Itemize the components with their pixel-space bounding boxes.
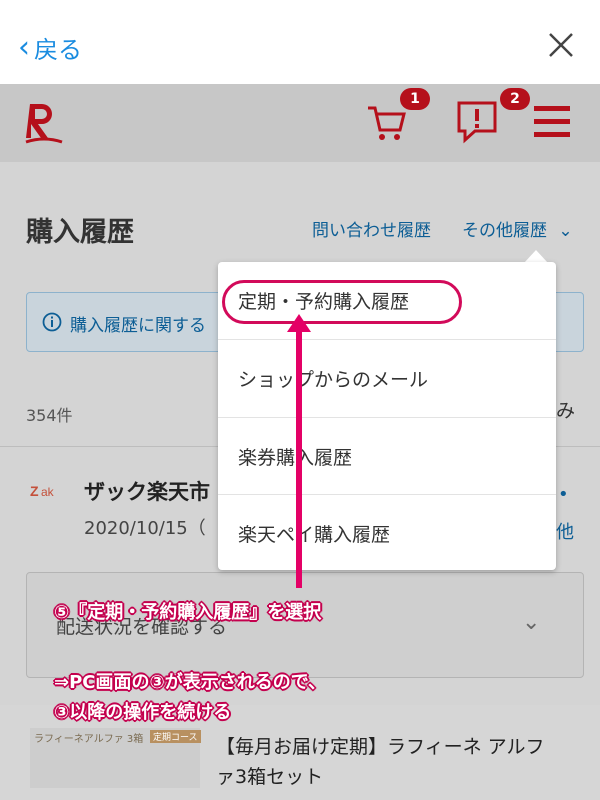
chevron-down-icon: ⌄ bbox=[522, 610, 541, 635]
cart-icon[interactable] bbox=[366, 102, 408, 144]
page-title: 購入履歴 bbox=[26, 217, 134, 248]
product-image-tag: 定期コース bbox=[150, 730, 201, 743]
annotation-note-line2: ③以降の操作を続ける bbox=[54, 702, 232, 723]
annotation-note-line1: ⇒PC画面の③が表示されるので、 bbox=[54, 672, 327, 693]
back-label: 戻る bbox=[34, 36, 82, 64]
chevron-left-icon: ‹ bbox=[18, 29, 30, 65]
shop-name[interactable]: ザック楽天市 bbox=[84, 476, 210, 506]
menu-icon[interactable] bbox=[532, 104, 572, 140]
product-title[interactable]: 【毎月お届け定期】ラフィーネ アルファ3箱セット bbox=[216, 732, 556, 792]
notice-icon[interactable] bbox=[456, 100, 498, 144]
info-text: 購入履歴に関する bbox=[70, 316, 206, 336]
cart-badge: 1 bbox=[400, 88, 430, 110]
annotation-arrow-head bbox=[287, 314, 311, 332]
menu-item-pay-history[interactable]: 楽天ペイ購入履歴 bbox=[218, 495, 556, 572]
svg-text:ak: ak bbox=[41, 485, 55, 499]
chevron-down-icon: ⌄ bbox=[558, 221, 573, 241]
other-link-partial[interactable]: 他 bbox=[556, 518, 574, 544]
shop-logo: Z ak bbox=[30, 483, 55, 499]
other-history-dropdown[interactable]: その他履歴 ⌄ bbox=[462, 216, 573, 241]
highlight-circle bbox=[222, 280, 462, 324]
menu-item-ticket-history[interactable]: 楽券購入履歴 bbox=[218, 418, 556, 495]
close-icon[interactable] bbox=[546, 30, 576, 60]
order-count: 354件 bbox=[26, 406, 73, 425]
notice-badge: 2 bbox=[500, 88, 530, 110]
svg-text:Z: Z bbox=[30, 483, 39, 499]
back-button[interactable]: ‹ 戻る bbox=[18, 30, 82, 65]
info-icon bbox=[42, 312, 62, 332]
browser-top-bar bbox=[0, 0, 600, 84]
more-dot: • bbox=[558, 484, 569, 505]
annotation-step-text: ⑤『定期・予約購入履歴』を選択 bbox=[54, 602, 322, 623]
product-image-label: ラフィーネアルファ 3箱 bbox=[34, 734, 144, 745]
rakuten-logo[interactable] bbox=[24, 100, 64, 146]
filter-label-partial[interactable]: み bbox=[556, 396, 575, 423]
other-history-label: その他履歴 bbox=[462, 221, 547, 241]
annotation-arrow bbox=[296, 322, 302, 588]
inquiry-history-link[interactable]: 問い合わせ履歴 bbox=[312, 216, 431, 241]
menu-item-shop-mail[interactable]: ショップからのメール bbox=[218, 340, 556, 417]
order-date: 2020/10/15（ bbox=[84, 518, 206, 539]
